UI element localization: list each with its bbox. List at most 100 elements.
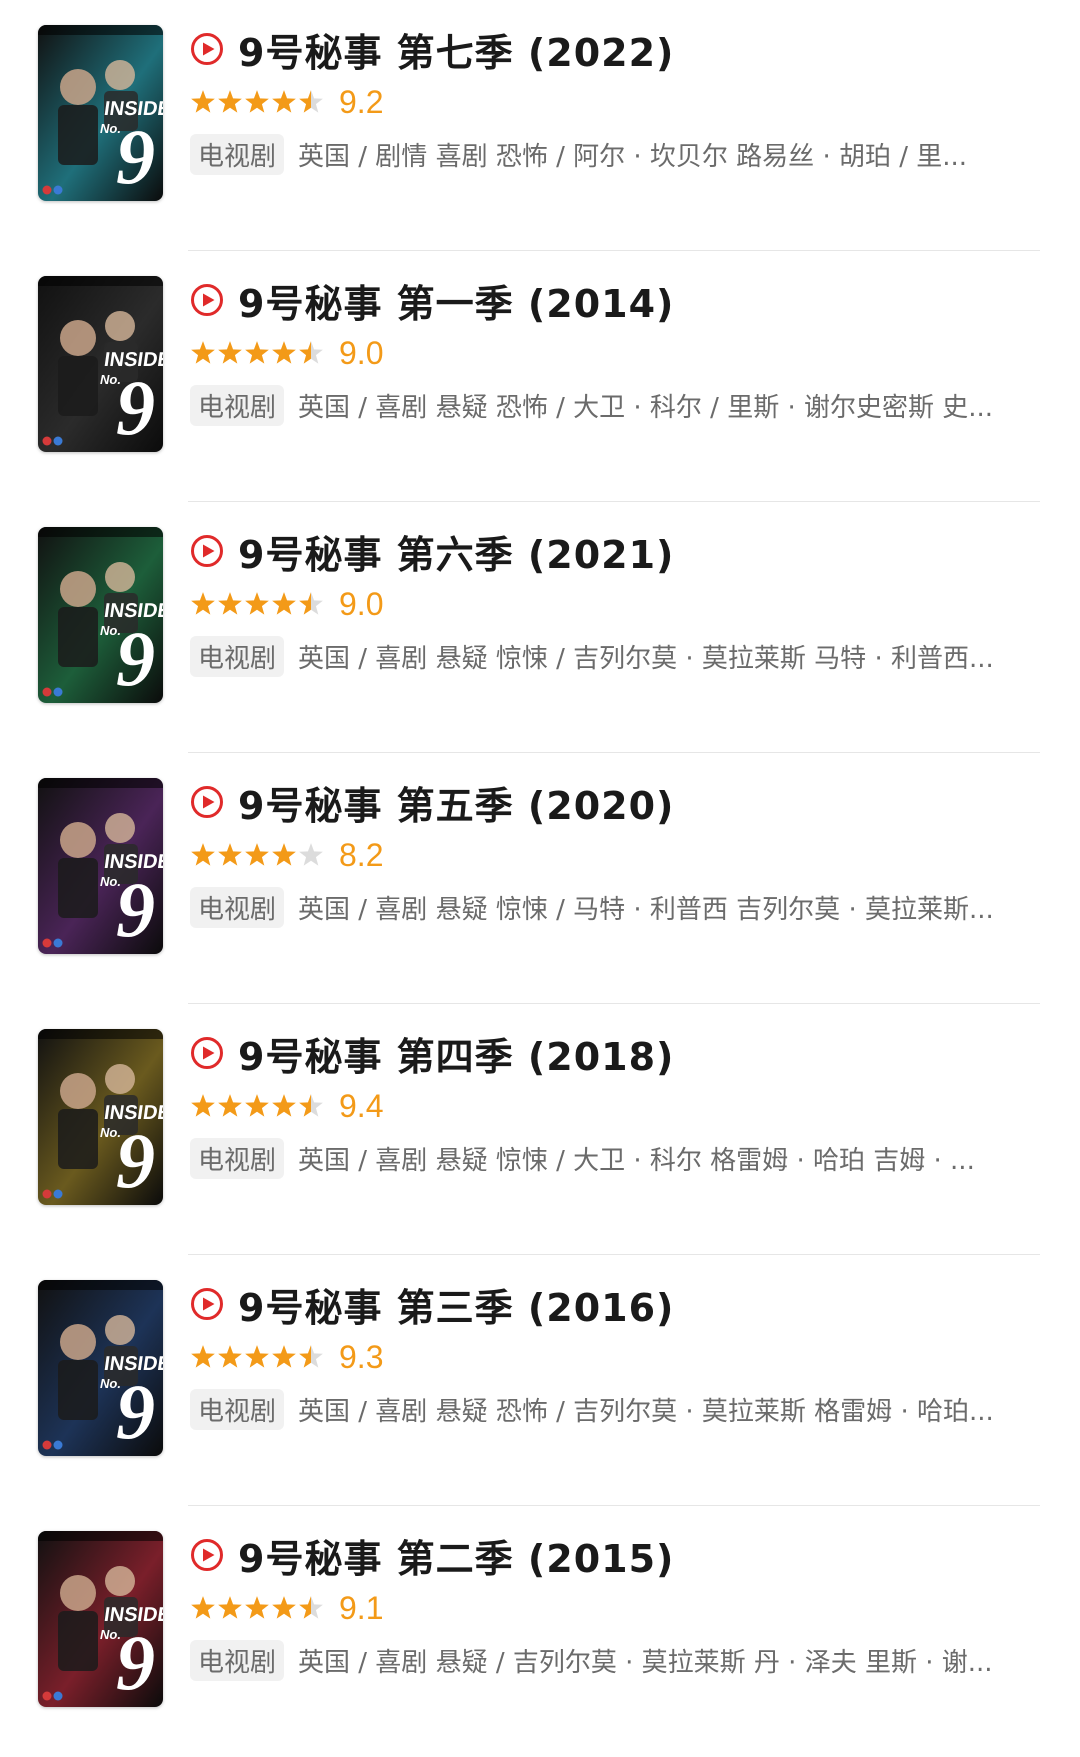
type-badge: 电视剧 — [190, 635, 285, 677]
star-icon — [271, 89, 297, 115]
rating-row: 9.2 — [190, 78, 1040, 126]
play-icon[interactable] — [190, 283, 224, 317]
item-info: 9号秘事 第五季 (2020) 8.2 电视剧 英国 / 喜剧 悬疑 惊悚 / … — [190, 775, 1040, 931]
star-icon — [271, 1344, 297, 1370]
type-badge: 电视剧 — [190, 384, 285, 426]
svg-text:9: 9 — [116, 615, 155, 702]
title-row[interactable]: 9号秘事 第七季 (2022) — [190, 22, 1040, 76]
poster-image-icon[interactable]: INSIDE No. 9 — [38, 1280, 163, 1456]
result-item[interactable]: INSIDE No. 9 9号秘事 第七季 (2022) 9.2 电视剧 英国 / … — [0, 0, 1080, 251]
type-badge: 电视剧 — [190, 1388, 285, 1430]
poster-image-icon[interactable]: INSIDE No. 9 — [38, 778, 163, 954]
meta-row: 电视剧 英国 / 剧情 喜剧 恐怖 / 阿尔 · 坎贝尔 路易丝 · 胡珀 / … — [190, 130, 1040, 178]
star-icon — [298, 591, 324, 617]
item-info: 9号秘事 第三季 (2016) 9.3 电视剧 英国 / 喜剧 悬疑 恐怖 / … — [190, 1277, 1040, 1433]
title-row[interactable]: 9号秘事 第四季 (2018) — [190, 1026, 1040, 1080]
result-item[interactable]: INSIDE No. 9 9号秘事 第一季 (2014) 9.0 电视剧 英国 / … — [0, 251, 1080, 502]
rating-score: 9.0 — [339, 585, 384, 622]
rating-score: 8.2 — [339, 836, 384, 873]
title-row[interactable]: 9号秘事 第一季 (2014) — [190, 273, 1040, 327]
star-icon — [244, 340, 270, 366]
title-row[interactable]: 9号秘事 第六季 (2021) — [190, 524, 1040, 578]
star-icon — [244, 1344, 270, 1370]
type-badge: 电视剧 — [190, 886, 285, 928]
rating-score: 9.1 — [339, 1589, 384, 1626]
item-info: 9号秘事 第六季 (2021) 9.0 电视剧 英国 / 喜剧 悬疑 惊悚 / … — [190, 524, 1040, 680]
poster-image-icon[interactable]: INSIDE No. 9 — [38, 1029, 163, 1205]
meta-row: 电视剧 英国 / 喜剧 悬疑 / 吉列尔莫 · 莫拉莱斯 丹 · 泽夫 里斯 ·… — [190, 1636, 1040, 1684]
result-item[interactable]: INSIDE No. 9 9号秘事 第四季 (2018) 9.4 电视剧 英国 / … — [0, 1004, 1080, 1255]
type-badge: 电视剧 — [190, 1137, 285, 1179]
rating-row: 9.4 — [190, 1082, 1040, 1130]
meta-text: 英国 / 喜剧 悬疑 惊悚 / 大卫 · 科尔 格雷姆 · 哈珀 吉姆 · ..… — [298, 1145, 975, 1176]
play-icon[interactable] — [190, 32, 224, 66]
poster-image-icon[interactable]: INSIDE No. 9 — [38, 527, 163, 703]
star-rating — [190, 1344, 325, 1370]
star-icon — [244, 591, 270, 617]
meta-row: 电视剧 英国 / 喜剧 悬疑 惊悚 / 吉列尔莫 · 莫拉莱斯 马特 · 利普西… — [190, 632, 1040, 680]
star-rating — [190, 842, 325, 868]
star-icon — [190, 842, 216, 868]
star-icon — [271, 842, 297, 868]
play-icon[interactable] — [190, 534, 224, 568]
result-item[interactable]: INSIDE No. 9 9号秘事 第三季 (2016) 9.3 电视剧 英国 / … — [0, 1255, 1080, 1506]
title-row[interactable]: 9号秘事 第二季 (2015) — [190, 1528, 1040, 1582]
star-rating — [190, 1093, 325, 1119]
rating-score: 9.4 — [339, 1087, 384, 1124]
item-title[interactable]: 9号秘事 第三季 (2016) — [238, 1277, 674, 1332]
svg-text:9: 9 — [116, 1368, 155, 1455]
star-icon — [298, 1344, 324, 1370]
meta-text: 英国 / 剧情 喜剧 恐怖 / 阿尔 · 坎贝尔 路易丝 · 胡珀 / 里... — [298, 141, 968, 172]
svg-text:9: 9 — [116, 1619, 155, 1706]
svg-text:9: 9 — [116, 866, 155, 953]
svg-text:9: 9 — [116, 1117, 155, 1204]
item-info: 9号秘事 第四季 (2018) 9.4 电视剧 英国 / 喜剧 悬疑 惊悚 / … — [190, 1026, 1040, 1182]
meta-row: 电视剧 英国 / 喜剧 悬疑 恐怖 / 大卫 · 科尔 / 里斯 · 谢尔史密斯… — [190, 381, 1040, 429]
rating-row: 9.1 — [190, 1584, 1040, 1632]
title-row[interactable]: 9号秘事 第五季 (2020) — [190, 775, 1040, 829]
type-badge: 电视剧 — [190, 1639, 285, 1681]
poster-image-icon[interactable]: INSIDE No. 9 — [38, 25, 163, 201]
meta-text: 英国 / 喜剧 悬疑 / 吉列尔莫 · 莫拉莱斯 丹 · 泽夫 里斯 · 谢..… — [298, 1647, 993, 1678]
meta-text: 英国 / 喜剧 悬疑 恐怖 / 大卫 · 科尔 / 里斯 · 谢尔史密斯 史..… — [298, 392, 994, 423]
meta-row: 电视剧 英国 / 喜剧 悬疑 恐怖 / 吉列尔莫 · 莫拉莱斯 格雷姆 · 哈珀… — [190, 1385, 1040, 1433]
item-title[interactable]: 9号秘事 第七季 (2022) — [238, 22, 674, 77]
star-icon — [244, 89, 270, 115]
play-icon[interactable] — [190, 785, 224, 819]
star-icon — [217, 89, 243, 115]
star-icon — [217, 842, 243, 868]
rating-row: 9.0 — [190, 329, 1040, 377]
item-title[interactable]: 9号秘事 第四季 (2018) — [238, 1026, 674, 1081]
play-icon[interactable] — [190, 1538, 224, 1572]
play-icon[interactable] — [190, 1036, 224, 1070]
star-icon — [298, 842, 324, 868]
rating-score: 9.3 — [339, 1338, 384, 1375]
item-title[interactable]: 9号秘事 第一季 (2014) — [238, 273, 674, 328]
item-info: 9号秘事 第七季 (2022) 9.2 电视剧 英国 / 剧情 喜剧 恐怖 / … — [190, 22, 1040, 178]
play-icon[interactable] — [190, 1287, 224, 1321]
star-icon — [298, 340, 324, 366]
item-title[interactable]: 9号秘事 第六季 (2021) — [238, 524, 674, 579]
poster-image-icon[interactable]: INSIDE No. 9 — [38, 1531, 163, 1707]
meta-row: 电视剧 英国 / 喜剧 悬疑 惊悚 / 大卫 · 科尔 格雷姆 · 哈珀 吉姆 … — [190, 1134, 1040, 1182]
result-item[interactable]: INSIDE No. 9 9号秘事 第五季 (2020) 8.2 电视剧 英国 / … — [0, 753, 1080, 1004]
title-row[interactable]: 9号秘事 第三季 (2016) — [190, 1277, 1040, 1331]
rating-score: 9.0 — [339, 334, 384, 371]
star-icon — [244, 1093, 270, 1119]
result-item[interactable]: INSIDE No. 9 9号秘事 第二季 (2015) 9.1 电视剧 英国 / … — [0, 1506, 1080, 1757]
svg-text:9: 9 — [116, 364, 155, 451]
svg-text:9: 9 — [116, 113, 155, 200]
meta-text: 英国 / 喜剧 悬疑 惊悚 / 马特 · 利普西 吉列尔莫 · 莫拉莱斯... — [298, 894, 994, 925]
rating-row: 8.2 — [190, 831, 1040, 879]
item-title[interactable]: 9号秘事 第五季 (2020) — [238, 775, 674, 830]
rating-row: 9.3 — [190, 1333, 1040, 1381]
star-icon — [190, 89, 216, 115]
result-item[interactable]: INSIDE No. 9 9号秘事 第六季 (2021) 9.0 电视剧 英国 / … — [0, 502, 1080, 753]
meta-text: 英国 / 喜剧 悬疑 惊悚 / 吉列尔莫 · 莫拉莱斯 马特 · 利普西... — [298, 643, 994, 674]
meta-row: 电视剧 英国 / 喜剧 悬疑 惊悚 / 马特 · 利普西 吉列尔莫 · 莫拉莱斯… — [190, 883, 1040, 931]
rating-score: 9.2 — [339, 83, 384, 120]
star-icon — [271, 1595, 297, 1621]
item-title[interactable]: 9号秘事 第二季 (2015) — [238, 1528, 674, 1583]
poster-image-icon[interactable]: INSIDE No. 9 — [38, 276, 163, 452]
star-icon — [190, 591, 216, 617]
